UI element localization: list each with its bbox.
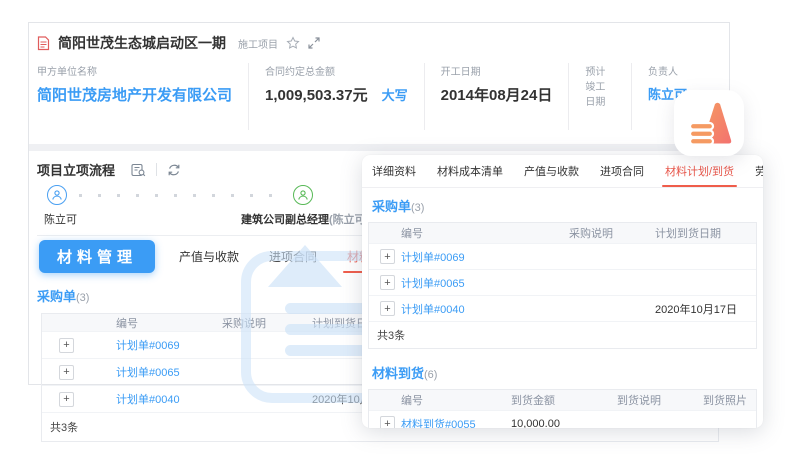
flow-dotted-connector [79,194,279,197]
tab-details[interactable]: 详细资料 [372,155,416,188]
plan-order-link[interactable]: 计划单#0065 [86,364,220,380]
tab-output-and-receipts[interactable]: 产值与收款 [179,238,239,275]
table-total-count: 共3条 [369,321,756,348]
flow-section-title: 项目立项流程 [37,160,115,179]
section-separator [29,144,729,151]
plan-order-link[interactable]: 计划单#0040 [86,391,220,407]
table-header-row: 编号 到货金额 到货说明 到货照片 [369,390,756,410]
fullscreen-icon[interactable] [308,37,320,49]
party-a-link[interactable]: 简阳世茂房地产开发有限公司 [37,84,232,105]
expand-row-button[interactable]: + [380,416,395,428]
refresh-icon[interactable] [167,163,181,177]
field-label: 合同约定总金额 [265,63,408,78]
flow-start-avatar [47,185,67,205]
field-label: 预计竣工日期 [585,63,615,108]
tab-material-plan-arrival[interactable]: 材料计划/到货 [665,155,734,188]
panel-tab-bar: 详细资料 材料成本清单 产值与收款 进项合同 材料计划/到货 劳务工人 [362,155,763,188]
field-party-a: 甲方单位名称 简阳世茂房地产开发有限公司 [37,63,249,130]
expand-row-button[interactable]: + [380,301,395,316]
plan-order-link[interactable]: 计划单#0040 [395,301,563,317]
field-label: 开工日期 [441,63,553,78]
expand-row-button[interactable]: + [59,365,74,380]
flow-end-avatar [293,185,313,205]
plan-order-link[interactable]: 计划单#0065 [395,275,563,291]
document-icon [37,36,50,51]
table-row: + 计划单#0040 2020年10月17日 [369,295,756,321]
material-plan-panel: 详细资料 材料成本清单 产值与收款 进项合同 材料计划/到货 劳务工人 采购单(… [362,155,763,428]
field-label: 负责人 [648,63,687,78]
start-date-value: 2014年08月24日 [441,84,553,105]
plan-order-link[interactable]: 计划单#0069 [86,337,220,353]
field-contract-amount: 合同约定总金额 1,009,503.37元大写 [265,63,425,130]
star-icon[interactable] [286,36,300,50]
app-logo-icon [685,100,733,146]
table-row: + 计划单#0065 [369,269,756,295]
field-expected-completion: 预计竣工日期 [585,63,632,130]
project-type-badge: 施工项目 [238,36,278,51]
tab-incoming-contracts[interactable]: 进项合同 [269,238,317,275]
contract-amount-value: 1,009,503.37元大写 [265,84,408,105]
project-header: 简阳世茂生态城启动区一期 施工项目 [29,23,729,53]
project-fields: 甲方单位名称 简阳世茂房地产开发有限公司 合同约定总金额 1,009,503.3… [29,53,729,144]
flow-start-label: 陈立可 [44,211,77,227]
tab-laborers[interactable]: 劳务工人 [755,155,763,188]
panel-purchase-table: 编号 采购说明 计划到货日期 + 计划单#0069 + 计划单#0065 + 计… [368,222,757,349]
arrival-section-header: 材料到货(6) [372,363,757,383]
plan-order-link[interactable]: 计划单#0069 [395,249,563,265]
page-title: 简阳世茂生态城启动区一期 [58,33,226,53]
expand-row-button[interactable]: + [380,275,395,290]
table-row: + 材料到货#0055 10,000.00 [369,410,756,428]
flow-end-label: 建筑公司副总经理(陈立可) [241,211,369,227]
amount-in-words-link[interactable]: 大写 [382,88,408,103]
table-row: + 计划单#0069 [369,243,756,269]
app-logo-badge [674,90,744,156]
tab-incoming-contracts[interactable]: 进项合同 [600,155,644,188]
flow-detail-icon[interactable] [131,163,146,177]
divider [156,163,157,176]
table-header-row: 编号 采购说明 计划到货日期 [369,223,756,243]
purchase-section-header: 采购单(3) [372,196,757,216]
completion-date-value [585,114,615,130]
field-start-date: 开工日期 2014年08月24日 [441,63,570,130]
expand-row-button[interactable]: + [380,249,395,264]
tab-output-and-receipts[interactable]: 产值与收款 [524,155,579,188]
tab-material-cost-list[interactable]: 材料成本清单 [437,155,503,188]
arrival-order-link[interactable]: 材料到货#0055 [395,416,505,429]
field-label: 甲方单位名称 [37,63,232,78]
panel-arrival-table: 编号 到货金额 到货说明 到货照片 + 材料到货#0055 10,000.00 [368,389,757,428]
expand-row-button[interactable]: + [59,338,74,353]
material-management-button[interactable]: 材料管理 [39,240,155,273]
expand-row-button[interactable]: + [59,392,74,407]
